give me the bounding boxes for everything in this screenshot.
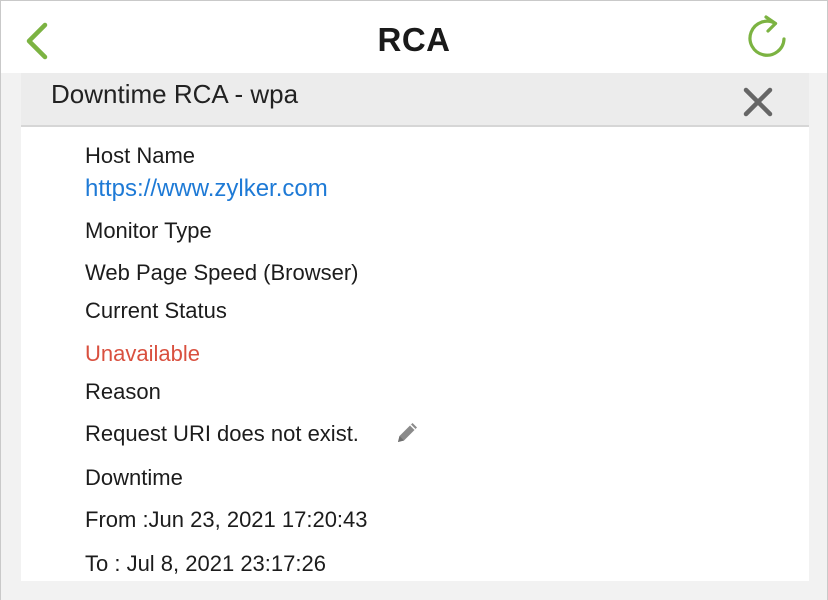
- downtime-from: From :Jun 23, 2021 17:20:43: [85, 507, 368, 532]
- monitor-type-value: Web Page Speed (Browser): [85, 260, 359, 285]
- close-icon: [743, 87, 773, 117]
- rca-detail-card: Downtime RCA - wpa Host Name https://www…: [21, 73, 809, 581]
- refresh-button[interactable]: [741, 13, 793, 65]
- downtime-to: To : Jul 8, 2021 23:17:26: [85, 551, 326, 576]
- page-title: RCA: [377, 21, 451, 58]
- reason-label: Reason: [85, 379, 161, 404]
- current-status-value: Unavailable: [85, 341, 200, 366]
- refresh-icon: [748, 15, 786, 57]
- current-status-label: Current Status: [85, 298, 227, 323]
- monitor-type-label: Monitor Type: [85, 218, 212, 243]
- close-button[interactable]: [741, 85, 775, 119]
- edit-reason-button[interactable]: [395, 419, 421, 445]
- card-title: Downtime RCA - wpa: [51, 79, 299, 109]
- reason-value: Request URI does not exist.: [85, 421, 359, 446]
- host-name-label: Host Name: [85, 143, 196, 168]
- downtime-label: Downtime: [85, 465, 183, 490]
- top-navigation-bar: RCA: [1, 1, 827, 73]
- card-header: Downtime RCA - wpa: [21, 73, 809, 127]
- pencil-icon: [398, 423, 417, 442]
- host-name-link[interactable]: https://www.zylker.com: [85, 175, 328, 203]
- rca-screen: RCA Downtime RCA - wpa Host Name https:/…: [0, 0, 828, 600]
